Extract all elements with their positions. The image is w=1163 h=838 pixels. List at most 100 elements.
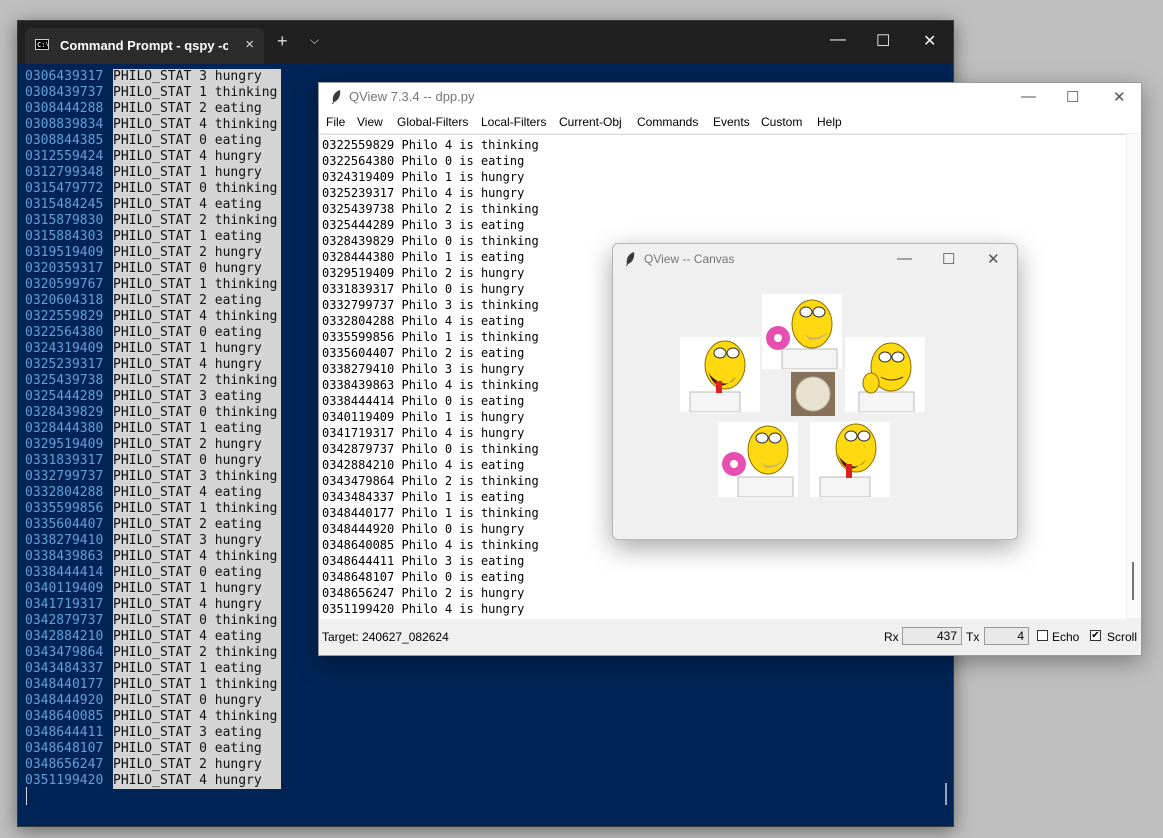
console-line: 0325439738 PHILO_STAT 2 thinking — [25, 373, 281, 389]
text-cursor — [26, 787, 27, 805]
console-line: 0315879830 PHILO_STAT 2 thinking — [25, 213, 281, 229]
echo-checkbox[interactable] — [1037, 630, 1048, 641]
tx-label: Tx — [966, 630, 980, 644]
maximize-button[interactable]: ☐ — [1066, 88, 1079, 106]
terminal-scrollbar[interactable] — [945, 783, 947, 805]
console-message: PHILO_STAT 4 hungry — [113, 357, 281, 373]
qview-title: QView 7.3.4 -- dpp.py — [349, 89, 475, 104]
log-line: 0348444920 Philo 0 is hungry — [322, 522, 525, 536]
maximize-button[interactable]: ☐ — [942, 250, 955, 268]
minimize-button[interactable]: — — [830, 31, 846, 49]
console-line: 0341719317 PHILO_STAT 4 hungry — [25, 597, 281, 613]
terminal-tab[interactable]: C:\ Command Prompt - qspy -c C × — [25, 28, 264, 64]
console-timestamp: 0338444414 — [25, 565, 104, 580]
menu-view[interactable]: View — [357, 115, 383, 129]
menu-bar: File View Global-Filters Local-Filters C… — [319, 111, 1141, 133]
console-line: 0348440177 PHILO_STAT 1 thinking — [25, 677, 281, 693]
console-timestamp: 0343479864 — [25, 645, 104, 660]
log-scrollbar[interactable] — [1127, 134, 1141, 618]
scroll-checkbox[interactable]: ✔ — [1090, 630, 1101, 641]
console-timestamp: 0325439738 — [25, 373, 104, 388]
console-timestamp: 0320359317 — [25, 261, 104, 276]
console-timestamp: 0324319409 — [25, 341, 104, 356]
log-line: 0348656247 Philo 2 is hungry — [322, 586, 525, 600]
console-message: PHILO_STAT 0 eating — [113, 741, 281, 757]
console-message: PHILO_STAT 1 eating — [113, 421, 281, 437]
close-button[interactable]: ✕ — [1113, 88, 1126, 106]
log-line: 0338444414 Philo 0 is eating — [322, 394, 525, 408]
minimize-button[interactable]: — — [1021, 88, 1036, 105]
console-timestamp: 0351199420 — [25, 773, 104, 788]
console-timestamp: 0348444920 — [25, 693, 104, 708]
console-line: 0328439829 PHILO_STAT 0 thinking — [25, 405, 281, 421]
console-timestamp: 0340119409 — [25, 581, 104, 596]
console-line: 0351199420 PHILO_STAT 4 hungry — [25, 773, 281, 789]
feather-icon — [332, 90, 341, 104]
console-message: PHILO_STAT 4 thinking — [113, 117, 281, 133]
console-message: PHILO_STAT 1 thinking — [113, 501, 281, 517]
close-button[interactable]: ✕ — [987, 250, 1000, 268]
close-button[interactable]: ✕ — [923, 31, 936, 51]
menu-events[interactable]: Events — [713, 115, 750, 129]
console-timestamp: 0332804288 — [25, 485, 104, 500]
menu-custom[interactable]: Custom — [761, 115, 802, 129]
console-line: 0325239317 PHILO_STAT 4 hungry — [25, 357, 281, 373]
qview-titlebar: QView 7.3.4 -- dpp.py — ☐ ✕ — [319, 83, 1141, 111]
console-message: PHILO_STAT 2 hungry — [113, 245, 281, 261]
console-line: 0329519409 PHILO_STAT 2 hungry — [25, 437, 281, 453]
console-line: 0348644411 PHILO_STAT 3 eating — [25, 725, 281, 741]
console-message: PHILO_STAT 0 hungry — [113, 693, 281, 709]
console-message: PHILO_STAT 2 hungry — [113, 757, 281, 773]
philosopher-1-image — [845, 337, 925, 412]
menu-local-filters[interactable]: Local-Filters — [481, 115, 546, 129]
tab-close-icon[interactable]: × — [245, 36, 254, 53]
target-label: Target: 240627_082624 — [322, 630, 449, 644]
console-line: 0338439863 PHILO_STAT 4 thinking — [25, 549, 281, 565]
console-message: PHILO_STAT 4 hungry — [113, 597, 281, 613]
scroll-label: Scroll — [1107, 630, 1138, 644]
console-message: PHILO_STAT 2 thinking — [113, 645, 281, 661]
console-message: PHILO_STAT 3 eating — [113, 389, 281, 405]
maximize-button[interactable]: ☐ — [876, 31, 890, 51]
console-timestamp: 0343484337 — [25, 661, 104, 676]
menu-help[interactable]: Help — [817, 115, 842, 129]
console-message: PHILO_STAT 0 thinking — [113, 613, 281, 629]
console-line: 0308439737 PHILO_STAT 1 thinking — [25, 85, 281, 101]
console-message: PHILO_STAT 0 thinking — [113, 405, 281, 421]
log-line: 0332799737 Philo 3 is thinking — [322, 298, 539, 312]
menu-current-obj[interactable]: Current-Obj — [559, 115, 622, 129]
console-line: 0332804288 PHILO_STAT 4 eating — [25, 485, 281, 501]
log-line: 0341719317 Philo 4 is hungry — [322, 426, 525, 440]
console-timestamp: 0348640085 — [25, 709, 104, 724]
canvas-titlebar: QView -- Canvas — ☐ ✕ — [613, 244, 1017, 274]
scrollbar-thumb[interactable] — [1132, 562, 1134, 600]
console-message: PHILO_STAT 0 hungry — [113, 261, 281, 277]
menu-commands[interactable]: Commands — [637, 115, 698, 129]
log-line: 0338279410 Philo 3 is hungry — [322, 362, 525, 376]
chevron-down-icon[interactable]: ⌵ — [310, 33, 319, 48]
console-line: 0338279410 PHILO_STAT 3 hungry — [25, 533, 281, 549]
log-line: 0348640085 Philo 4 is thinking — [322, 538, 539, 552]
console-line: 0343479864 PHILO_STAT 2 thinking — [25, 645, 281, 661]
console-timestamp: 0348648107 — [25, 741, 104, 756]
log-line: 0343479864 Philo 2 is thinking — [322, 474, 539, 488]
log-line: 0322564380 Philo 0 is eating — [322, 154, 525, 168]
console-message: PHILO_STAT 4 hungry — [113, 149, 281, 165]
console-message: PHILO_STAT 2 thinking — [113, 373, 281, 389]
menu-global-filters[interactable]: Global-Filters — [397, 115, 468, 129]
console-line: 0312559424 PHILO_STAT 4 hungry — [25, 149, 281, 165]
console-timestamp: 0328444380 — [25, 421, 104, 436]
menu-file[interactable]: File — [326, 115, 345, 129]
log-line: 0332804288 Philo 4 is eating — [322, 314, 525, 328]
new-tab-button[interactable]: + — [277, 31, 288, 52]
console-message: PHILO_STAT 1 hungry — [113, 165, 281, 181]
console-line: 0320604318 PHILO_STAT 2 eating — [25, 293, 281, 309]
console-message: PHILO_STAT 1 eating — [113, 229, 281, 245]
console-message: PHILO_STAT 3 hungry — [113, 69, 281, 85]
console-timestamp: 0319519409 — [25, 245, 104, 260]
log-line: 0331839317 Philo 0 is hungry — [322, 282, 525, 296]
log-line: 0325239317 Philo 4 is hungry — [322, 186, 525, 200]
minimize-button[interactable]: — — [897, 250, 912, 267]
console-message: PHILO_STAT 0 eating — [113, 325, 281, 341]
console-timestamp: 0338439863 — [25, 549, 104, 564]
